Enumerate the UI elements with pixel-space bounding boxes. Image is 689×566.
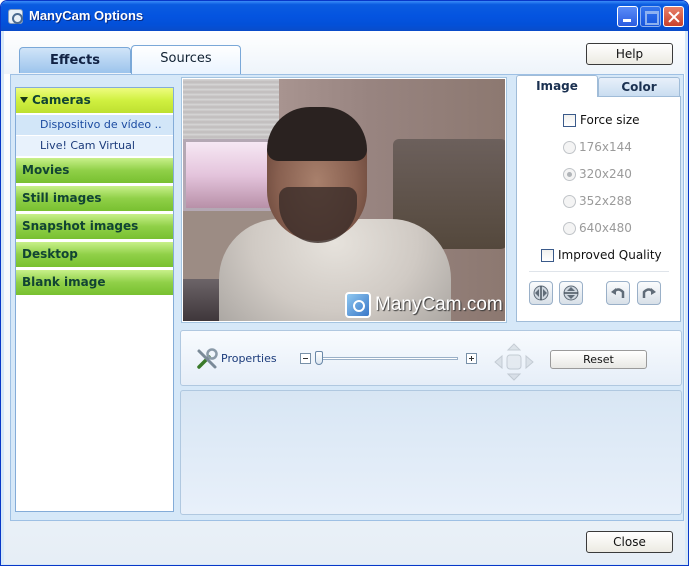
force-size-checkbox[interactable]: Force size <box>563 113 683 129</box>
app-window: ManyCam Options Effects Sources Help Cam… <box>0 0 689 566</box>
image-options-body: Force size 176x144 320x240 352x288 640x4… <box>516 96 681 322</box>
properties-bar: Properties Reset <box>180 330 682 386</box>
rotate-left-button[interactable] <box>606 281 630 305</box>
minimize-button[interactable] <box>617 6 638 27</box>
zoom-out-button[interactable] <box>300 353 311 364</box>
checkbox-label: Improved Quality <box>558 248 662 262</box>
divider <box>529 271 669 272</box>
flip-vertical-icon <box>533 285 549 301</box>
title-bar[interactable]: ManyCam Options <box>1 1 688 31</box>
tab-sources[interactable]: Sources <box>131 45 241 74</box>
resolution-radio-352x288[interactable]: 352x288 <box>563 194 673 210</box>
sidebar-item-cameras[interactable]: Cameras <box>16 88 173 114</box>
effects-area <box>180 390 682 515</box>
sidebar-item-desktop[interactable]: Desktop <box>16 242 173 268</box>
radio-dot <box>563 141 576 154</box>
image-options: Image Color Force size 176x144 320x240 3… <box>516 75 682 322</box>
expand-arrow-icon <box>20 97 28 103</box>
zoom-in-button[interactable] <box>466 353 477 364</box>
watermark: ManyCam.com <box>345 289 503 321</box>
watermark-text: ManyCam.com <box>375 294 503 315</box>
tab-color[interactable]: Color <box>598 77 680 97</box>
sources-panel: Cameras Dispositivo de vídeo .. Live! Ca… <box>10 74 684 521</box>
close-button[interactable]: Close <box>586 531 673 553</box>
main-tab-bar: Effects Sources Help <box>4 31 685 74</box>
flip-vertical-button[interactable] <box>529 281 553 305</box>
rotate-right-button[interactable] <box>637 281 661 305</box>
rotate-left-icon <box>611 288 625 298</box>
sidebar-item-still-images[interactable]: Still images <box>16 186 173 212</box>
radio-label: 640x480 <box>579 221 632 235</box>
radio-dot <box>563 195 576 208</box>
help-button[interactable]: Help <box>586 43 673 65</box>
flip-horizontal-icon <box>563 285 579 301</box>
close-window-button[interactable] <box>663 6 684 27</box>
zoom-slider-track[interactable] <box>318 357 458 360</box>
rotate-right-icon <box>642 288 656 298</box>
radio-dot <box>563 168 576 181</box>
preview-shutter <box>183 79 279 141</box>
flip-horizontal-button[interactable] <box>559 281 583 305</box>
source-sidebar: Cameras Dispositivo de vídeo .. Live! Ca… <box>15 87 174 512</box>
radio-label: 352x288 <box>579 194 632 208</box>
zoom-slider-thumb[interactable] <box>315 351 323 365</box>
sidebar-item-blank-image[interactable]: Blank image <box>16 270 173 296</box>
tab-image[interactable]: Image <box>516 75 598 97</box>
wrench-icon[interactable] <box>195 347 219 371</box>
window-title: ManyCam Options <box>29 8 144 23</box>
tab-effects[interactable]: Effects <box>19 47 131 73</box>
webcam-icon <box>8 9 23 24</box>
checkbox-box <box>541 249 554 262</box>
sidebar-item-label: Cameras <box>32 93 91 107</box>
sidebar-item-movies[interactable]: Movies <box>16 158 173 184</box>
radio-label: 176x144 <box>579 140 632 154</box>
preview-window <box>183 139 279 211</box>
camera-source-item[interactable]: Dispositivo de vídeo .. <box>16 115 173 136</box>
reset-button[interactable]: Reset <box>550 350 647 369</box>
resolution-radio-320x240[interactable]: 320x240 <box>563 167 673 183</box>
resolution-radio-176x144[interactable]: 176x144 <box>563 140 673 156</box>
maximize-button[interactable] <box>640 6 661 27</box>
client-area: Effects Sources Help Cameras Dispositivo… <box>4 31 685 564</box>
manycam-logo-icon <box>345 292 371 318</box>
camera-preview: ManyCam.com <box>182 78 506 322</box>
properties-label[interactable]: Properties <box>221 352 277 365</box>
improved-quality-checkbox[interactable]: Improved Quality <box>541 248 681 264</box>
checkbox-box <box>563 114 576 127</box>
resolution-radio-640x480[interactable]: 640x480 <box>563 221 673 237</box>
checkbox-label: Force size <box>580 113 640 127</box>
sidebar-item-snapshot-images[interactable]: Snapshot images <box>16 214 173 240</box>
radio-dot <box>563 222 576 235</box>
radio-label: 320x240 <box>579 167 632 181</box>
pan-dpad-icon[interactable] <box>492 342 536 382</box>
camera-source-item[interactable]: Live! Cam Virtual <box>16 136 173 157</box>
